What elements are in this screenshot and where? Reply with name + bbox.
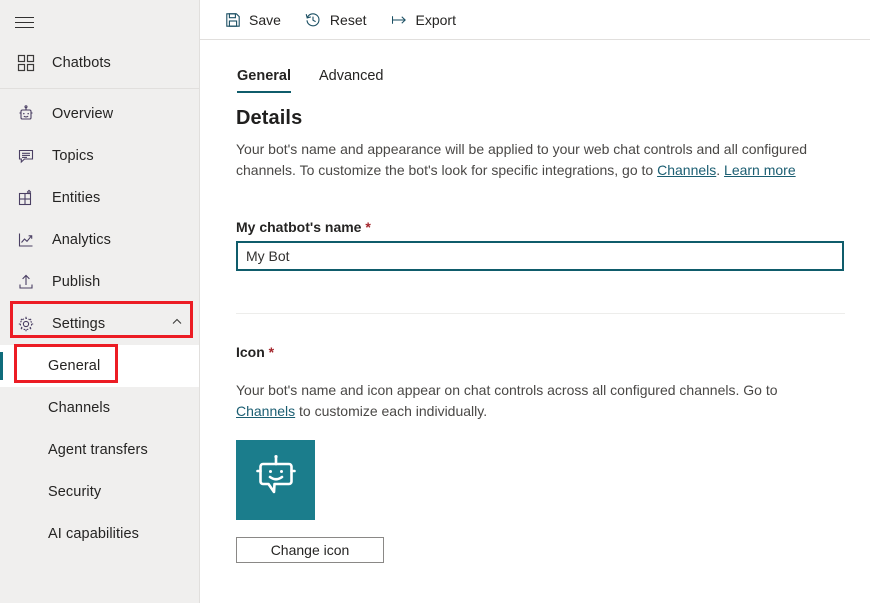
sidebar-item-topics[interactable]: Topics — [0, 135, 199, 177]
icon-description-text1: Your bot's name and icon appear on chat … — [236, 382, 778, 398]
entities-icon — [16, 188, 36, 208]
reset-button[interactable]: Reset — [295, 4, 377, 36]
sidebar-item-label: Entities — [52, 189, 101, 206]
command-toolbar: Save Reset Export — [200, 0, 870, 40]
icon-section-label: Icon * — [236, 344, 870, 360]
sidebar-item-label: Overview — [52, 105, 114, 122]
sidebar-item-security[interactable]: Security — [0, 471, 199, 513]
gear-icon — [16, 314, 36, 334]
sidebar-item-analytics[interactable]: Analytics — [0, 219, 199, 261]
sidebar-item-channels[interactable]: Channels — [0, 387, 199, 429]
bot-avatar-icon — [253, 454, 299, 507]
sidebar-item-settings[interactable]: Settings — [0, 303, 199, 345]
chatbot-name-label: My chatbot's name * — [236, 219, 870, 235]
sidebar-item-label: Chatbots — [52, 54, 111, 71]
reset-icon — [305, 11, 322, 28]
sidebar-subitem-label: Agent transfers — [48, 441, 148, 458]
chat-icon — [16, 146, 36, 166]
chatbot-name-label-text: My chatbot's name — [236, 219, 362, 235]
sidebar-item-label: Topics — [52, 147, 94, 164]
settings-tabs: General Advanced — [233, 68, 870, 93]
chevron-up-icon[interactable] — [171, 316, 183, 332]
required-asterisk: * — [268, 344, 275, 360]
channels-link[interactable]: Channels — [657, 162, 716, 178]
analytics-icon — [16, 230, 36, 250]
content-scrollbar[interactable] — [865, 42, 870, 562]
bot-avatar[interactable] — [236, 440, 315, 520]
sidebar-item-general[interactable]: General — [0, 345, 199, 387]
publish-icon — [16, 272, 36, 292]
section-divider — [236, 313, 845, 314]
save-button[interactable]: Save — [214, 4, 291, 36]
tab-general[interactable]: General — [233, 68, 305, 93]
sidebar-item-label: Analytics — [52, 231, 111, 248]
chatbot-name-input[interactable] — [236, 241, 844, 271]
tab-label: General — [237, 68, 291, 84]
app-window: Chatbots Overview Topics Entities Analyt… — [0, 0, 870, 603]
details-description: Your bot's name and appearance will be a… — [236, 139, 821, 181]
sidebar-item-publish[interactable]: Publish — [0, 261, 199, 303]
robot-icon — [16, 104, 36, 124]
save-icon — [224, 11, 241, 28]
sidebar-item-agent-transfers[interactable]: Agent transfers — [0, 429, 199, 471]
sidebar-item-label: Settings — [52, 315, 106, 332]
details-description-text2: . — [716, 162, 725, 178]
settings-content: General Advanced Details Your bot's name… — [200, 40, 870, 603]
sidebar-subitem-label: Channels — [48, 399, 111, 416]
left-sidebar: Chatbots Overview Topics Entities Analyt… — [0, 0, 200, 603]
channels-link[interactable]: Channels — [236, 403, 295, 419]
required-asterisk: * — [365, 219, 371, 235]
export-icon — [391, 11, 408, 28]
export-label: Export — [415, 11, 456, 28]
sidebar-subitem-label: AI capabilities — [48, 525, 139, 542]
learn-more-link[interactable]: Learn more — [724, 162, 796, 178]
main-panel: Save Reset Export General Advanced Detai… — [200, 0, 870, 603]
sidebar-item-entities[interactable]: Entities — [0, 177, 199, 219]
sidebar-item-ai-capabilities[interactable]: AI capabilities — [0, 513, 199, 555]
icon-description-text2: to customize each individually. — [295, 403, 488, 419]
tab-label: Advanced — [319, 68, 384, 84]
hamburger-icon[interactable] — [0, 2, 48, 42]
page-title: Details — [236, 107, 303, 129]
icon-description: Your bot's name and icon appear on chat … — [236, 380, 826, 422]
sidebar-subitem-label: General — [48, 357, 101, 374]
change-icon-button[interactable]: Change icon — [236, 537, 384, 563]
export-button[interactable]: Export — [381, 4, 466, 36]
sidebar-item-chatbots[interactable]: Chatbots — [0, 42, 199, 84]
tab-advanced[interactable]: Advanced — [305, 68, 398, 93]
sidebar-subitem-label: Security — [48, 483, 102, 500]
sidebar-item-label: Publish — [52, 273, 101, 290]
sidebar-divider — [0, 88, 199, 89]
save-label: Save — [249, 11, 281, 28]
sidebar-item-overview[interactable]: Overview — [0, 93, 199, 135]
icon-label-text: Icon — [236, 344, 265, 360]
grid-icon — [16, 53, 36, 73]
reset-label: Reset — [329, 11, 367, 28]
